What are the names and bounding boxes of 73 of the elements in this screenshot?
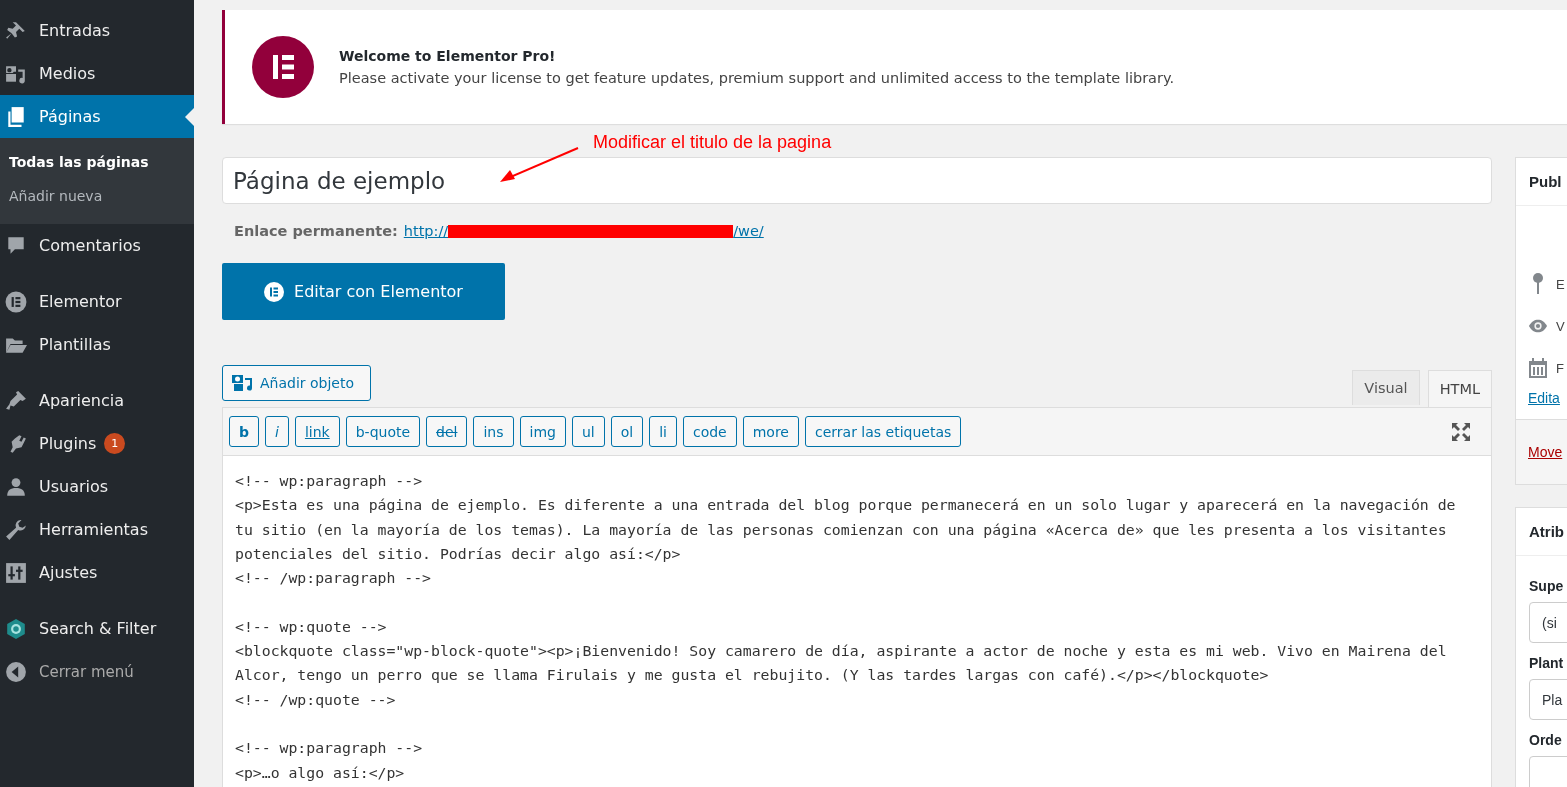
fullscreen-icon[interactable] — [1451, 421, 1471, 442]
format-button[interactable]: more — [742, 416, 799, 447]
field-label: Supe — [1529, 578, 1565, 594]
annotation-text: Modificar el titulo de la pagina — [593, 132, 832, 153]
menu-item[interactable]: Apariencia — [0, 379, 194, 422]
publish-detail: V — [1556, 318, 1565, 334]
code-line: <!-- /wp:quote --> — [235, 689, 397, 710]
eye-icon — [1528, 318, 1548, 334]
code-line: <!-- wp:paragraph --> — [235, 471, 424, 491]
elementor-logo-icon — [5, 290, 27, 313]
format-button[interactable]: ul — [571, 416, 605, 447]
notice-title: Welcome to Elementor Pro! — [339, 48, 557, 64]
add-media-button[interactable]: Añadir objeto — [222, 365, 371, 401]
menu-item[interactable]: Usuarios — [0, 465, 194, 508]
format-button[interactable]: i — [265, 416, 289, 447]
format-button[interactable]: ins — [473, 416, 514, 447]
menu-item[interactable]: Plantillas — [0, 323, 194, 366]
brush-icon — [5, 389, 27, 412]
menu-item[interactable]: Search & Filter — [0, 607, 194, 650]
panel-title: Publ — [1516, 158, 1567, 206]
panel-title: Atrib — [1516, 508, 1567, 556]
menu-item[interactable]: Entradas — [0, 9, 194, 52]
pages-icon — [5, 105, 27, 128]
format-button[interactable]: del — [426, 416, 468, 447]
elementor-logo-icon — [264, 281, 285, 302]
format-button[interactable]: b-quote — [345, 416, 421, 447]
title-field[interactable]: Página de ejemplo — [222, 157, 1492, 204]
select-field[interactable]: (si — [1529, 602, 1567, 643]
format-button[interactable]: ol — [610, 416, 644, 447]
editor-tab[interactable]: Visual — [1352, 370, 1420, 405]
elementor-logo-icon — [252, 36, 314, 98]
user-icon — [5, 475, 27, 498]
code-line: <blockquote class="wp-block-quote"><p>¡Bienvenido! Soy camarero de día, aspirante a actor de noche y esta es mi web. Vivo en Mairena del Alcor, tengo un perro que se llama Firulais y me gusta el rebujito. (Y las tardes largas con café).</p></blockquote> — [235, 641, 1448, 686]
menu-item[interactable]: Herramientas — [0, 508, 194, 551]
menu-item[interactable]: Plugins 1 — [0, 422, 194, 465]
menu-item[interactable]: Elementor — [0, 280, 194, 323]
format-button[interactable]: li — [649, 416, 677, 447]
update-count-badge: 1 — [104, 433, 126, 454]
publish-detail: E — [1556, 276, 1565, 292]
code-line: <p>…o algo así:</p> — [235, 762, 406, 783]
code-line: <!-- wp:quote --> — [235, 616, 388, 637]
permalink-link[interactable]: http:// /we/ — [403, 223, 764, 239]
field-label: Plant — [1529, 655, 1565, 671]
code-line: <!-- /wp:paragraph --> — [235, 568, 432, 589]
select-field[interactable]: Pla — [1529, 679, 1567, 720]
editor-tab[interactable]: HTML — [1427, 370, 1492, 407]
trash-link[interactable]: Move — [1528, 444, 1563, 460]
edit-link[interactable]: Edita — [1528, 390, 1560, 406]
collapse-menu-button[interactable]: Cerrar menú — [0, 650, 194, 693]
html-text-area[interactable] — [223, 456, 1491, 787]
format-button[interactable]: code — [682, 416, 737, 447]
format-button[interactable]: b — [229, 416, 260, 447]
format-button[interactable]: link — [294, 416, 340, 447]
submenu-item[interactable]: Todas las páginas — [0, 146, 194, 180]
menu-item[interactable]: Páginas — [0, 95, 194, 138]
code-line: <!-- wp:paragraph --> — [235, 738, 424, 759]
menu-item[interactable]: Comentarios — [0, 224, 194, 267]
media-icon — [231, 373, 253, 393]
submenu-item[interactable]: Añadir nueva — [0, 180, 194, 214]
wrench-icon — [5, 518, 27, 541]
publish-detail: F — [1556, 360, 1564, 376]
format-button[interactable]: img — [519, 416, 566, 447]
calendar-icon — [1528, 357, 1548, 379]
notice-message: Please activate your license to get feature updates, premium support and unlimited access to the template library. — [339, 70, 1175, 86]
format-button[interactable]: cerrar las etiquetas — [805, 416, 962, 447]
sliders-icon — [5, 561, 27, 584]
search-filter-logo-icon — [5, 617, 27, 640]
menu-item[interactable]: Medios — [0, 52, 194, 95]
field-label: Orde — [1529, 732, 1563, 748]
permalink-label: Enlace permanente: — [234, 223, 398, 239]
code-line: <p>Esta es una página de ejemplo. Es diferente a una entrada del blog porque permanecerá en un solo lugar y aparecerá en la navegación de tu sitio (en la mayoría de los temas). La mayoría de las personas comienzan con una página «Acerca de» que les presenta a los visitantes potenciales del sitio. Podrías decir algo así:</p> — [235, 495, 1457, 564]
edit-with-elementor-button[interactable]: Editar con Elementor — [222, 263, 505, 320]
menu-item[interactable]: Ajustes — [0, 551, 194, 594]
